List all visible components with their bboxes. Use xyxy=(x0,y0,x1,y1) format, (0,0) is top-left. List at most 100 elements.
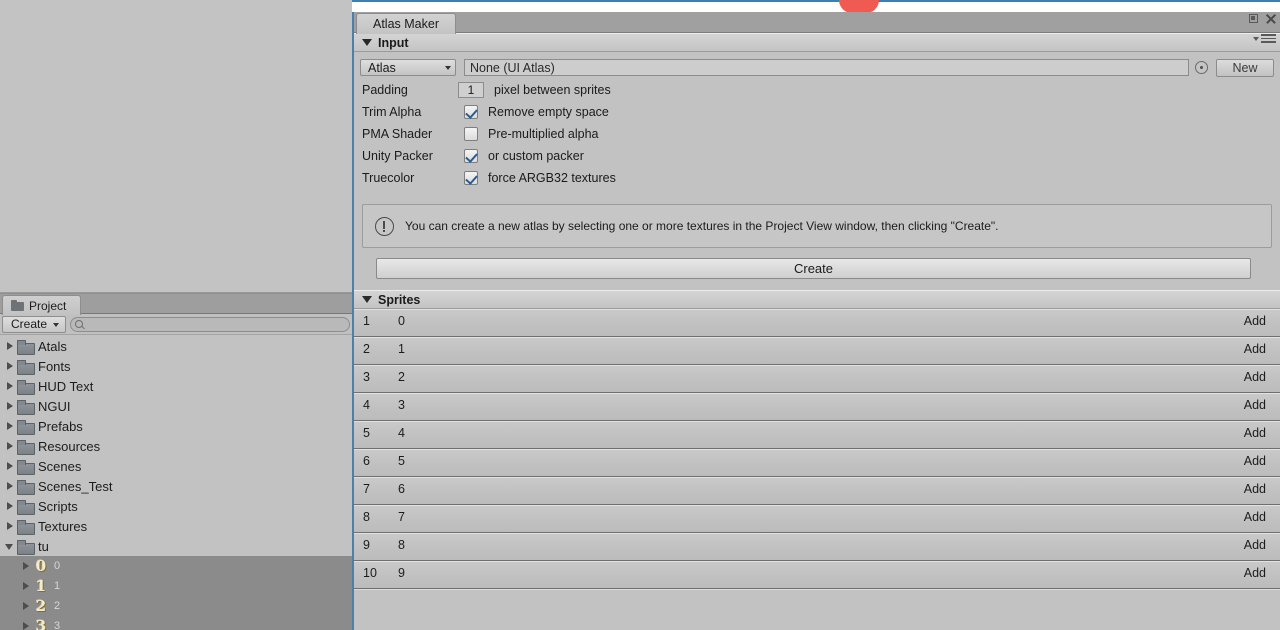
pma-shader-checkbox[interactable] xyxy=(464,126,478,141)
sprite-row[interactable]: 7 6 Add xyxy=(354,477,1280,505)
tree-item-label: Prefabs xyxy=(38,418,83,434)
editor-empty-area xyxy=(0,0,352,293)
project-asset-tree[interactable]: Atals Fonts HUD Text NGUI Prefabs Resources Sc… xyxy=(0,336,352,630)
tree-item-1[interactable]: 11 xyxy=(0,576,352,596)
tab-atlas-maker-label: Atlas Maker xyxy=(373,17,439,31)
create-atlas-button[interactable]: Create xyxy=(376,258,1251,279)
tree-item-ngui[interactable]: NGUI xyxy=(0,396,352,416)
sprite-add-button[interactable]: Add xyxy=(1244,538,1266,552)
new-atlas-button-label: New xyxy=(1232,60,1258,75)
sprite-name: 3 xyxy=(398,398,405,412)
sprite-add-button[interactable]: Add xyxy=(1244,566,1266,580)
truecolor-checkbox[interactable] xyxy=(464,170,478,185)
tree-item-fonts[interactable]: Fonts xyxy=(0,356,352,376)
search-input[interactable] xyxy=(87,318,349,330)
window-context-menu-button[interactable] xyxy=(1253,34,1276,43)
sprite-index: 10 xyxy=(363,566,377,580)
unity-packer-label: Unity Packer xyxy=(362,148,433,163)
tree-item-hud-text[interactable]: HUD Text xyxy=(0,376,352,396)
search-field[interactable] xyxy=(70,316,350,332)
sprites-section-title: Sprites xyxy=(378,292,421,307)
tree-item-scenes[interactable]: Scenes xyxy=(0,456,352,476)
tree-item-scenes-test[interactable]: Scenes_Test xyxy=(0,476,352,496)
tab-project[interactable]: Project xyxy=(2,295,82,315)
create-dropdown-button[interactable]: Create xyxy=(2,315,67,333)
triangle-right-icon[interactable] xyxy=(4,460,16,472)
sprite-index: 8 xyxy=(363,510,370,524)
triangle-right-icon[interactable] xyxy=(4,420,16,432)
tab-close-pill[interactable] xyxy=(839,0,879,12)
create-atlas-button-label: Create xyxy=(793,261,834,276)
sprite-add-button[interactable]: Add xyxy=(1244,454,1266,468)
triangle-down-icon xyxy=(362,296,372,303)
sprite-row[interactable]: 1 0 Add xyxy=(354,309,1280,337)
trim-alpha-checkbox[interactable] xyxy=(464,104,478,119)
tree-item-2[interactable]: 22 xyxy=(0,596,352,616)
tree-item-atals[interactable]: Atals xyxy=(0,336,352,356)
triangle-right-icon[interactable] xyxy=(4,440,16,452)
triangle-down-icon[interactable] xyxy=(4,540,16,552)
triangle-right-icon[interactable] xyxy=(4,340,16,352)
tree-item-label: 1 xyxy=(54,580,61,592)
sprite-index: 7 xyxy=(363,482,370,496)
sprite-add-button[interactable]: Add xyxy=(1244,510,1266,524)
input-section-header[interactable]: Input xyxy=(354,33,1280,52)
sprite-name: 4 xyxy=(398,426,405,440)
triangle-right-icon[interactable] xyxy=(4,380,16,392)
sprite-row[interactable]: 8 7 Add xyxy=(354,505,1280,533)
new-atlas-button[interactable]: New xyxy=(1216,58,1274,77)
folder-icon xyxy=(17,339,35,355)
tree-item-resources[interactable]: Resources xyxy=(0,436,352,456)
close-icon[interactable] xyxy=(1265,13,1276,24)
triangle-right-icon[interactable] xyxy=(4,360,16,372)
sprite-index: 6 xyxy=(363,454,370,468)
sprite-row[interactable]: 3 2 Add xyxy=(354,365,1280,393)
atlas-type-dropdown[interactable]: Atlas xyxy=(360,59,456,76)
caret-down-icon xyxy=(1253,36,1259,41)
tree-item-label: Textures xyxy=(38,518,88,534)
triangle-right-icon[interactable] xyxy=(4,520,16,532)
truecolor-hint: force ARGB32 textures xyxy=(488,170,616,185)
triangle-right-icon[interactable] xyxy=(20,580,32,592)
sprite-name: 9 xyxy=(398,566,405,580)
unity-packer-checkbox[interactable] xyxy=(464,148,478,163)
sprite-add-button[interactable]: Add xyxy=(1244,314,1266,328)
triangle-right-icon[interactable] xyxy=(4,400,16,412)
sprite-add-button[interactable]: Add xyxy=(1244,398,1266,412)
tree-item-0[interactable]: 00 xyxy=(0,556,352,576)
tree-item-textures[interactable]: Textures xyxy=(0,516,352,536)
triangle-right-icon[interactable] xyxy=(20,620,32,630)
sprite-row[interactable]: 6 5 Add xyxy=(354,449,1280,477)
tree-item-label: 0 xyxy=(54,560,61,572)
triangle-right-icon[interactable] xyxy=(4,500,16,512)
atlas-object-field[interactable]: None (UI Atlas) xyxy=(464,59,1189,76)
tree-item-prefabs[interactable]: Prefabs xyxy=(0,416,352,436)
tree-item-scripts[interactable]: Scripts xyxy=(0,496,352,516)
sprite-row[interactable]: 5 4 Add xyxy=(354,421,1280,449)
sprite-add-button[interactable]: Add xyxy=(1244,426,1266,440)
sprite-row[interactable]: 10 9 Add xyxy=(354,561,1280,589)
texture-icon: 3 xyxy=(35,617,47,630)
folder-icon xyxy=(17,459,35,475)
project-panel: Project Create Atals Fonts HUD Text NGUI Pre… xyxy=(0,293,352,630)
sprite-add-button[interactable]: Add xyxy=(1244,342,1266,356)
padding-input[interactable]: 1 xyxy=(458,81,484,98)
tree-item-label: Resources xyxy=(38,438,101,454)
triangle-right-icon[interactable] xyxy=(4,480,16,492)
sprite-name: 5 xyxy=(398,454,405,468)
tab-atlas-maker[interactable]: Atlas Maker xyxy=(356,13,456,34)
target-picker-icon[interactable] xyxy=(1195,61,1208,74)
triangle-right-icon[interactable] xyxy=(20,560,32,572)
tree-item-3[interactable]: 33 xyxy=(0,616,352,630)
sprite-add-button[interactable]: Add xyxy=(1244,370,1266,384)
sprites-section-header[interactable]: Sprites xyxy=(354,290,1280,309)
info-icon xyxy=(375,216,394,236)
sprite-row[interactable]: 2 1 Add xyxy=(354,337,1280,365)
unity-packer-row: Unity Packer or custom packer xyxy=(360,145,1274,166)
sprite-row[interactable]: 4 3 Add xyxy=(354,393,1280,421)
maximize-icon[interactable] xyxy=(1249,14,1258,23)
tree-item-tu[interactable]: tu xyxy=(0,536,352,556)
sprite-row[interactable]: 9 8 Add xyxy=(354,533,1280,561)
sprite-add-button[interactable]: Add xyxy=(1244,482,1266,496)
triangle-right-icon[interactable] xyxy=(20,600,32,612)
